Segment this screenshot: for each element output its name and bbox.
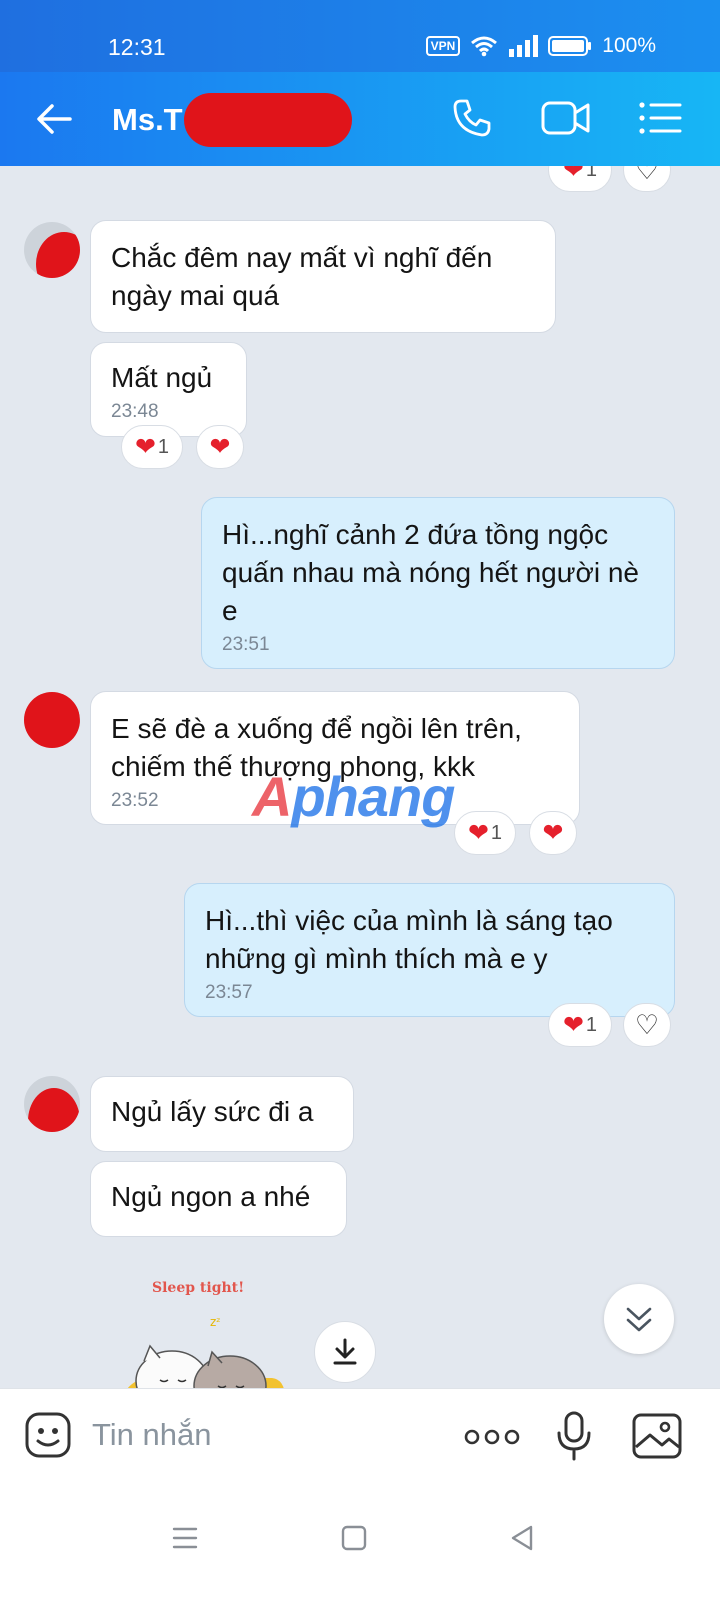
heart-icon: ❤ — [209, 432, 231, 461]
video-call-icon[interactable] — [541, 98, 591, 138]
reaction-count: 1 — [157, 435, 170, 458]
message-list[interactable]: ❤ 1 ♡ Chắc đêm nay mất vì nghĩ đến ngày … — [0, 166, 720, 1416]
react-heart-button[interactable]: ❤ — [196, 425, 244, 469]
message-bubble-received[interactable]: Ngủ lấy sức đi a — [90, 1076, 354, 1152]
download-button[interactable] — [314, 1321, 376, 1383]
watermark-logo: Aphang — [252, 765, 455, 828]
react-heart-button[interactable]: ❤ — [529, 811, 577, 855]
avatar[interactable] — [24, 692, 80, 748]
message-input[interactable]: Tin nhắn — [92, 1417, 212, 1453]
double-chevron-down-icon — [626, 1307, 652, 1332]
reaction-count-pill[interactable]: ❤ 1 — [548, 166, 612, 192]
battery-icon — [548, 36, 592, 56]
signal-icon — [509, 35, 539, 57]
microphone-icon[interactable] — [556, 1411, 592, 1461]
message-bubble-received[interactable]: Ngủ ngon a nhé — [90, 1161, 347, 1237]
message-composer: Tin nhắn — [0, 1388, 720, 1485]
reaction-count-pill[interactable]: ❤ 1 — [548, 1003, 612, 1047]
message-bubble-received[interactable]: Mất ngủ 23:48 — [90, 342, 247, 437]
recents-menu-icon[interactable] — [172, 1526, 198, 1550]
status-time: 12:31 — [108, 34, 166, 60]
download-icon — [333, 1338, 357, 1365]
heart-icon: ❤ — [542, 818, 564, 847]
sticker-emoji-icon[interactable] — [24, 1411, 72, 1459]
heart-icon: ❤ — [562, 166, 584, 184]
message-time: 23:48 — [111, 401, 159, 422]
contact-name[interactable]: Ms.T — [112, 102, 183, 138]
message-text: Ngủ ngon a nhé — [111, 1181, 311, 1212]
message-bubble-sent[interactable]: Hì...nghĩ cảnh 2 đứa tồng ngộc quấn nhau… — [201, 497, 675, 669]
wifi-icon — [471, 36, 498, 57]
heart-icon: ❤ — [134, 432, 156, 461]
battery-percent: 100% — [602, 34, 656, 57]
reaction-count: 1 — [585, 1013, 598, 1036]
reaction-count-pill[interactable]: ❤ 1 — [454, 811, 516, 855]
heart-outline-icon: ♡ — [634, 1009, 660, 1040]
message-text: Chắc đêm nay mất vì nghĩ đến ngày mai qu… — [111, 242, 493, 311]
home-square-icon[interactable] — [341, 1525, 367, 1551]
scroll-to-bottom-button[interactable] — [604, 1284, 674, 1354]
sticker-caption: Sleep tight! — [152, 1280, 245, 1296]
back-arrow-icon[interactable] — [36, 102, 72, 136]
status-indicators: VPN 100% — [425, 34, 656, 58]
message-time: 23:51 — [222, 634, 270, 655]
heart-outline-icon: ♡ — [634, 166, 660, 185]
avatar[interactable] — [24, 1076, 80, 1132]
image-gallery-icon[interactable] — [632, 1413, 682, 1459]
avatar[interactable] — [24, 222, 80, 278]
svg-text:zᶻ: zᶻ — [210, 1315, 221, 1329]
message-text: Hì...thì việc của mình là sáng tạo những… — [205, 905, 613, 974]
message-text: Mất ngủ — [111, 362, 213, 393]
back-triangle-icon[interactable] — [510, 1525, 534, 1551]
heart-icon: ❤ — [562, 1010, 584, 1039]
system-navigation-bar — [0, 1484, 720, 1600]
message-bubble-received[interactable]: Chắc đêm nay mất vì nghĩ đến ngày mai qu… — [90, 220, 556, 333]
message-bubble-sent[interactable]: Hì...thì việc của mình là sáng tạo những… — [184, 883, 675, 1017]
chat-header: Ms.T — [0, 72, 720, 166]
menu-list-icon[interactable] — [638, 98, 682, 138]
vpn-badge: VPN — [425, 36, 461, 56]
message-text: Hì...nghĩ cảnh 2 đứa tồng ngộc quấn nhau… — [222, 519, 639, 626]
react-heart-button[interactable]: ♡ — [623, 166, 671, 192]
reaction-count-pill[interactable]: ❤ 1 — [121, 425, 183, 469]
heart-icon: ❤ — [467, 818, 489, 847]
more-options-icon[interactable] — [464, 1427, 520, 1447]
redaction-mark — [184, 93, 352, 147]
reaction-count: 1 — [585, 166, 598, 181]
status-bar: 12:31 VPN 100% — [0, 0, 720, 72]
reaction-count: 1 — [490, 821, 503, 844]
react-heart-button[interactable]: ♡ — [623, 1003, 671, 1047]
message-text: Ngủ lấy sức đi a — [111, 1096, 314, 1127]
phone-call-icon[interactable] — [452, 98, 492, 138]
